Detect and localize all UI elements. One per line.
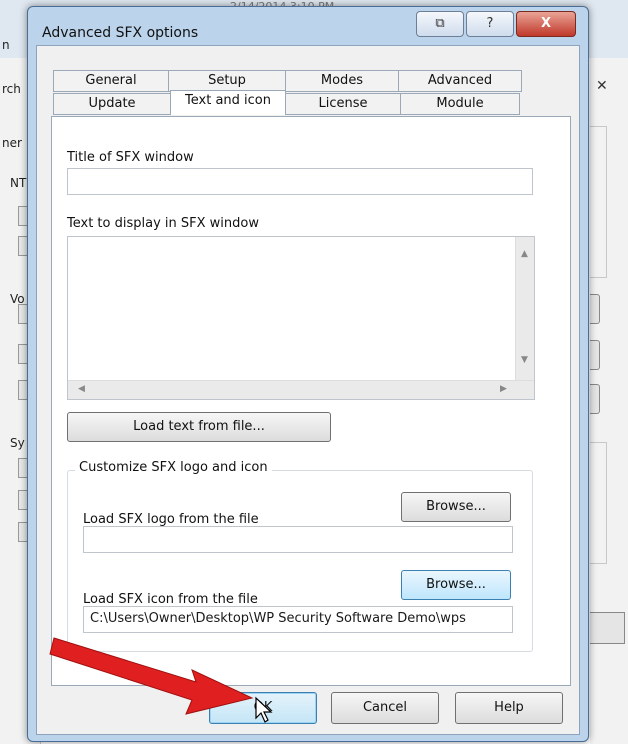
tab-license[interactable]: License [285,93,401,115]
logo-browse-button[interactable]: Browse... [401,492,511,522]
text-area[interactable]: ▲ ▼ ◀ ▶ [67,236,535,400]
background-fragment: NT [10,176,27,190]
scroll-left-icon[interactable]: ◀ [78,384,85,394]
text-label: Text to display in SFX window [67,216,259,231]
dialog-title: Advanced SFX options [42,25,199,41]
tab-module[interactable]: Module [400,93,520,115]
tab-modes[interactable]: Modes [285,70,399,92]
background-button[interactable] [590,340,600,370]
background-close-icon[interactable]: ✕ [596,78,608,94]
background-button[interactable] [590,384,600,414]
title-input[interactable] [67,168,533,195]
background-button[interactable] [590,612,625,644]
title-label: Title of SFX window [67,150,194,165]
background-button[interactable] [590,294,600,324]
mouse-cursor-icon [255,696,273,723]
tab-advanced[interactable]: Advanced [398,70,522,92]
help-icon[interactable]: ? [466,11,514,37]
background-panel [590,442,607,564]
tab-update[interactable]: Update [53,93,171,115]
load-text-from-file-button[interactable]: Load text from file... [67,412,331,442]
restore-icon[interactable]: ⧉ [416,11,464,37]
annotation-arrow-icon [49,637,254,715]
background-fragment: rch [2,82,21,96]
scroll-down-icon[interactable]: ▼ [521,355,528,365]
scroll-right-icon[interactable]: ▶ [500,384,507,394]
horizontal-scrollbar[interactable]: ◀ ▶ [68,380,534,399]
logo-label: Load SFX logo from the file [83,512,259,527]
close-icon[interactable]: X [516,11,576,37]
logo-path-input[interactable] [83,526,513,553]
icon-label: Load SFX icon from the file [83,592,258,607]
tab-general[interactable]: General [53,70,169,92]
group-title: Customize SFX logo and icon [75,460,272,475]
scroll-up-icon[interactable]: ▲ [521,249,528,259]
background-fragment: Sy [10,436,25,450]
icon-browse-button[interactable]: Browse... [401,570,511,600]
background-right-pane: ✕ [590,58,628,744]
help-button[interactable]: Help [455,692,563,724]
background-fragment: ner [2,136,22,150]
tab-setup[interactable]: Setup [168,70,286,92]
background-fragment: n [2,38,10,52]
tab-text-and-icon[interactable]: Text and icon [170,90,286,115]
vertical-scrollbar[interactable]: ▲ ▼ [515,237,534,383]
background-panel [590,126,607,278]
cancel-button[interactable]: Cancel [331,692,439,724]
